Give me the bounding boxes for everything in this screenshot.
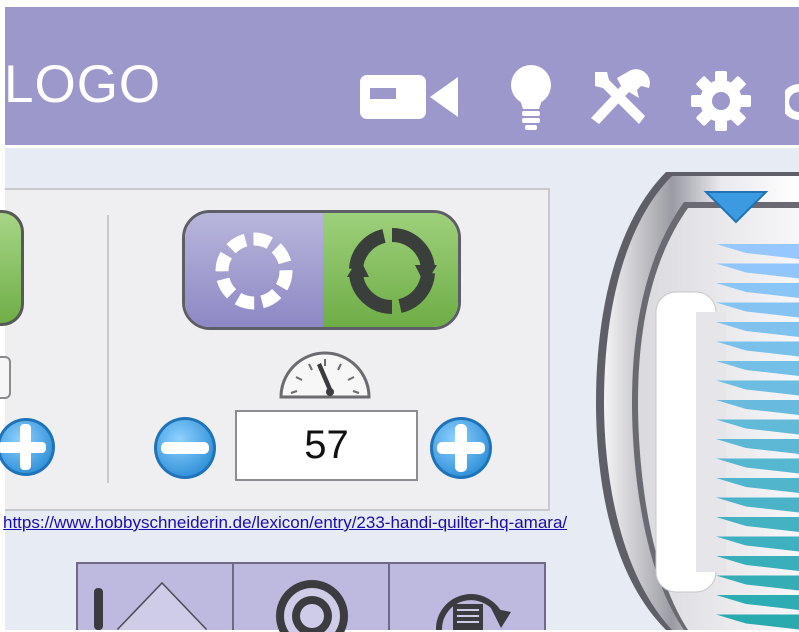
mode-toggle[interactable]	[182, 210, 461, 330]
needle-position-button[interactable]	[78, 564, 234, 630]
lightbulb-icon[interactable]	[505, 63, 557, 135]
bottom-toolbar	[76, 562, 546, 632]
speed-value-field[interactable]: 57	[235, 410, 418, 481]
dotted-circle-icon	[215, 232, 293, 310]
speed-wheel[interactable]	[596, 172, 799, 630]
gear-icon[interactable]	[690, 70, 752, 132]
logo-text: LOGO	[4, 55, 162, 114]
bobbin-wind-button[interactable]	[390, 564, 546, 630]
toggle-option-manual[interactable]	[185, 213, 323, 327]
panel-divider	[107, 215, 109, 483]
video-camera-icon[interactable]	[358, 70, 464, 124]
bobbin-icon	[276, 580, 348, 632]
refresh-arrows-icon	[347, 227, 437, 315]
partial-value-box	[0, 356, 11, 399]
source-link[interactable]: https://www.hobbyschneiderin.de/lexicon/…	[3, 513, 567, 533]
needle-position-icon	[94, 581, 208, 630]
speedometer-icon	[279, 351, 371, 399]
minus-circle-icon[interactable]	[152, 415, 218, 481]
plus-circle-icon-left[interactable]	[0, 416, 58, 478]
toggle-option-auto[interactable]	[323, 213, 458, 327]
app-header: LOGO	[0, 0, 799, 146]
partial-icon[interactable]	[785, 82, 799, 122]
plus-circle-icon[interactable]	[428, 415, 494, 481]
bobbin-wind-icon	[435, 594, 511, 630]
bobbin-button[interactable]	[234, 564, 390, 632]
partial-green-button[interactable]	[0, 210, 24, 326]
tools-icon[interactable]	[585, 66, 655, 132]
